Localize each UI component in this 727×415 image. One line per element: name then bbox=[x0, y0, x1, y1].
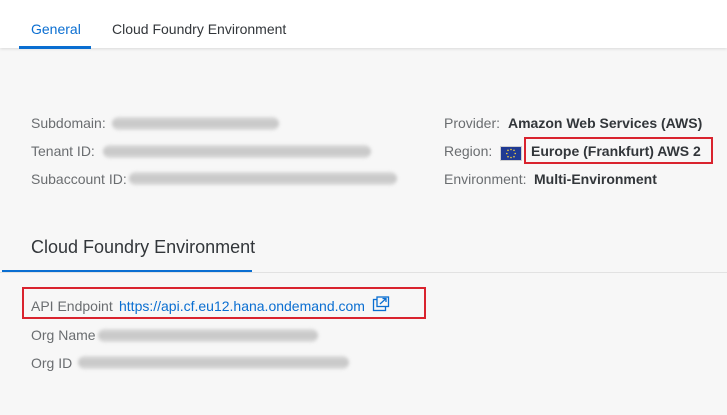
tab-cloud-foundry-environment[interactable]: Cloud Foundry Environment bbox=[112, 0, 286, 48]
subdomain-redacted-value bbox=[112, 117, 279, 130]
eu-flag-icon bbox=[500, 146, 522, 161]
tab-bar: General Cloud Foundry Environment bbox=[0, 0, 727, 49]
section-divider bbox=[0, 272, 727, 273]
section-title-cloud-foundry: Cloud Foundry Environment bbox=[31, 237, 256, 257]
region-label: Region: bbox=[444, 143, 493, 159]
api-endpoint-highlight-box bbox=[22, 287, 426, 319]
org-id-label: Org ID bbox=[31, 355, 73, 371]
org-id-redacted-value bbox=[78, 356, 349, 369]
provider-label: Provider: bbox=[444, 115, 501, 131]
subaccount-id-label: Subaccount ID: bbox=[31, 171, 127, 187]
subaccount-id-redacted-value bbox=[129, 172, 397, 185]
org-name-label: Org Name bbox=[31, 327, 96, 343]
tenant-id-redacted-value bbox=[103, 145, 371, 158]
org-name-redacted-value bbox=[98, 329, 318, 342]
provider-value: Amazon Web Services (AWS) bbox=[508, 115, 703, 131]
region-highlight-box bbox=[524, 137, 713, 164]
tab-general[interactable]: General bbox=[19, 0, 91, 49]
subdomain-label: Subdomain: bbox=[31, 115, 106, 131]
environment-value: Multi-Environment bbox=[534, 171, 657, 187]
environment-label: Environment: bbox=[444, 171, 527, 187]
tenant-id-label: Tenant ID: bbox=[31, 143, 95, 159]
